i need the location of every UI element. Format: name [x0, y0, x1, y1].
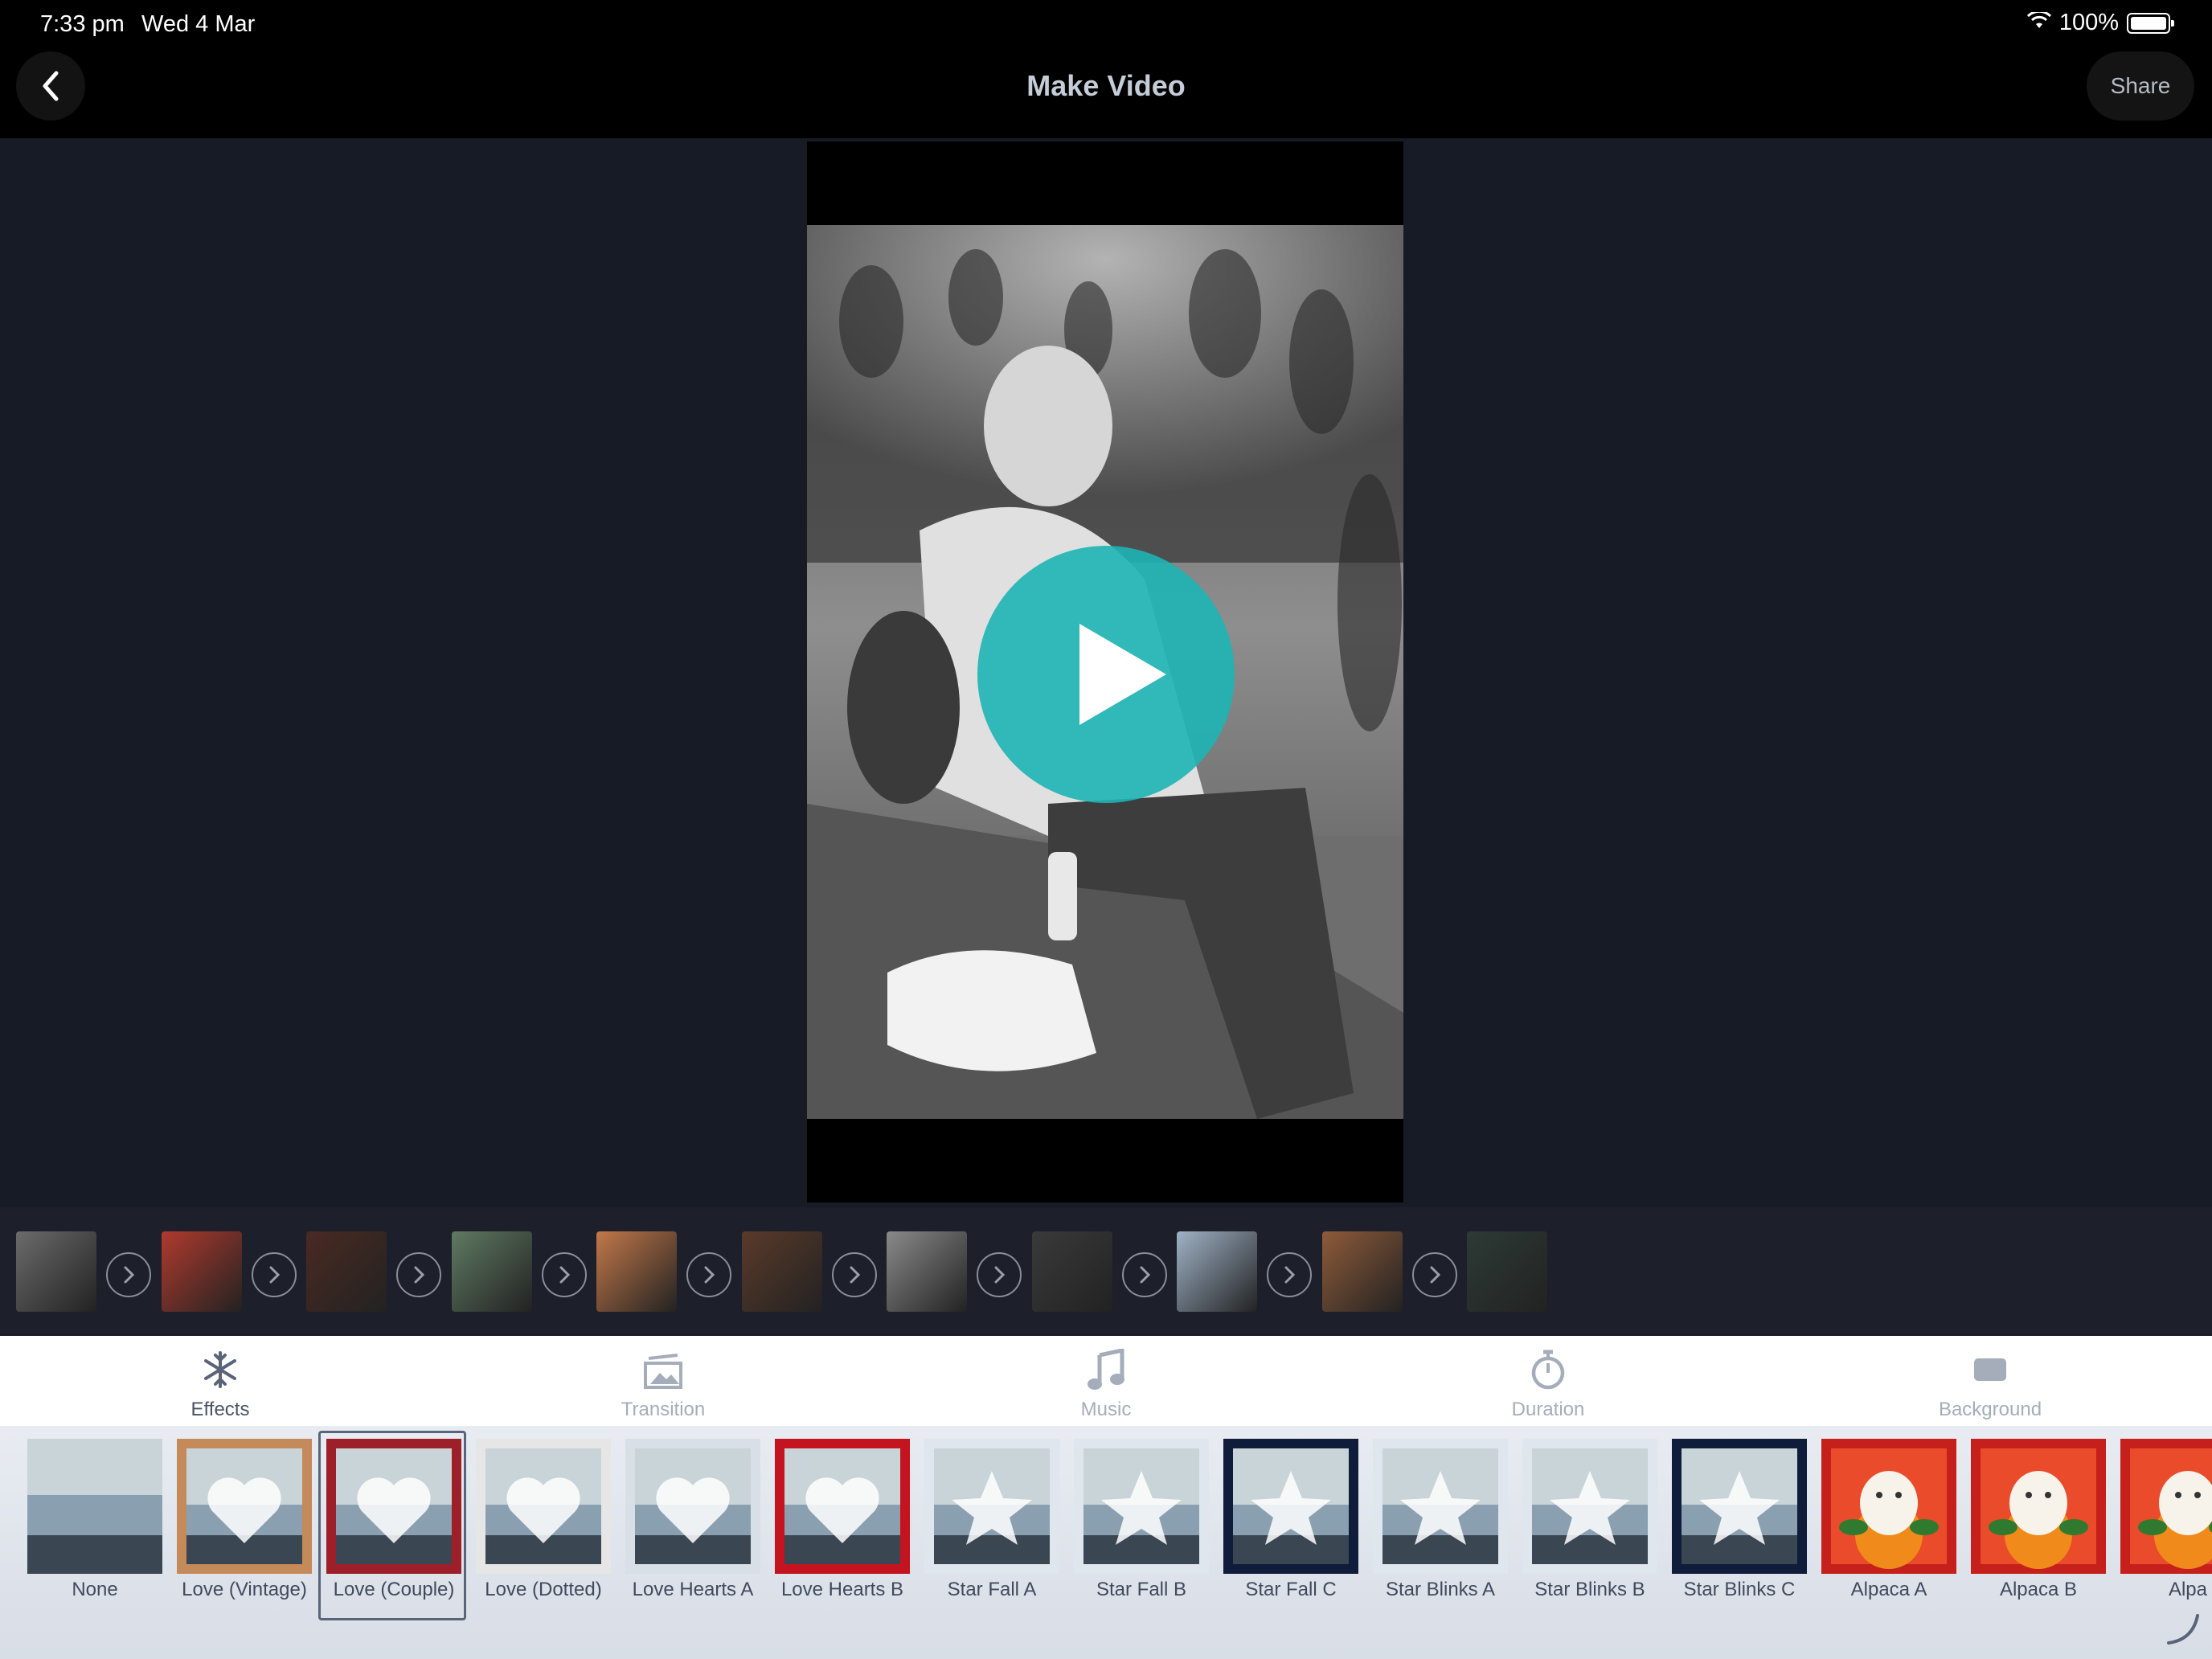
snowflake-icon — [199, 1349, 241, 1391]
music-note-icon — [1085, 1349, 1127, 1391]
wifi-icon — [2026, 10, 2051, 36]
transition-button[interactable] — [1267, 1252, 1312, 1297]
chevron-right-icon — [850, 1266, 861, 1284]
transition-button[interactable] — [542, 1252, 587, 1297]
effect-label: Love (Dotted) — [485, 1579, 602, 1600]
scroll-indicator-icon — [2167, 1614, 2199, 1645]
effect-thumbnail — [775, 1439, 910, 1574]
play-button[interactable] — [977, 546, 1235, 803]
status-time: 7:33 pm — [40, 11, 125, 37]
page-title: Make Video — [1026, 69, 1186, 102]
tab-music-label: Music — [1080, 1399, 1132, 1420]
effect-thumbnail — [326, 1439, 461, 1574]
effect-label: Star Fall A — [947, 1579, 1037, 1600]
effect-label: Alpa — [2168, 1579, 2208, 1600]
clip-timeline — [0, 1207, 2212, 1334]
tab-background[interactable]: Background — [1926, 1336, 2054, 1424]
effect-thumbnail — [2120, 1439, 2212, 1574]
timeline-clip-10[interactable] — [1322, 1231, 1403, 1312]
chevron-right-icon — [269, 1266, 281, 1284]
timeline-clip-8[interactable] — [1032, 1231, 1112, 1312]
effect-label: Star Blinks A — [1385, 1579, 1496, 1600]
chevron-right-icon — [414, 1266, 425, 1284]
tab-background-label: Background — [1938, 1399, 2042, 1420]
chevron-right-icon — [559, 1266, 571, 1284]
photo-stack-icon — [642, 1349, 684, 1391]
effect-label: Love (Vintage) — [182, 1579, 307, 1600]
timeline-clip-5[interactable] — [596, 1231, 677, 1312]
timeline-clip-4[interactable] — [452, 1231, 532, 1312]
effect-label: Love Hearts A — [632, 1579, 754, 1600]
effect-label: Star Blinks C — [1683, 1579, 1796, 1600]
effect-thumbnail — [1971, 1439, 2106, 1574]
effect-label: Alpaca B — [1999, 1579, 2078, 1600]
effect-thumbnail — [1373, 1439, 1508, 1574]
transition-button[interactable] — [1122, 1252, 1167, 1297]
transition-button[interactable] — [1412, 1252, 1457, 1297]
transition-button[interactable] — [832, 1252, 877, 1297]
effect-label: Love (Couple) — [333, 1579, 455, 1600]
timeline-clip-11[interactable] — [1467, 1231, 1547, 1312]
transition-button[interactable] — [396, 1252, 441, 1297]
play-icon — [1079, 624, 1166, 725]
timeline-clip-1[interactable] — [16, 1231, 96, 1312]
timeline-clip-7[interactable] — [887, 1231, 967, 1312]
transition-button[interactable] — [106, 1252, 151, 1297]
tab-effects-label: Effects — [190, 1399, 250, 1420]
timeline-clip-2[interactable] — [162, 1231, 242, 1312]
effect-thumbnail — [476, 1439, 611, 1574]
effect-label: None — [72, 1579, 118, 1600]
battery-percent: 100% — [2058, 10, 2119, 35]
tab-transition[interactable]: Transition — [599, 1336, 727, 1424]
effect-thumbnail — [1223, 1439, 1358, 1574]
effect-thumbnail — [1821, 1439, 1956, 1574]
chevron-right-icon — [1430, 1266, 1441, 1284]
timeline-clip-9[interactable] — [1177, 1231, 1257, 1312]
effect-label: Star Fall C — [1245, 1579, 1337, 1600]
effect-thumbnail — [27, 1439, 162, 1574]
effect-thumbnail — [177, 1439, 312, 1574]
tab-duration[interactable]: Duration — [1484, 1336, 1612, 1424]
battery-icon — [2127, 12, 2174, 34]
status-date: Wed 4 Mar — [141, 11, 256, 37]
video-preview[interactable] — [807, 141, 1403, 1202]
effect-label: Alpaca A — [1850, 1579, 1927, 1600]
tab-effects[interactable]: Effects — [156, 1336, 285, 1424]
tab-duration-label: Duration — [1511, 1399, 1585, 1420]
chevron-right-icon — [994, 1266, 1006, 1284]
timer-icon — [1527, 1349, 1569, 1391]
effect-thumbnail — [1672, 1439, 1807, 1574]
timeline-clip-6[interactable] — [742, 1231, 822, 1312]
effect-label: Love Hearts B — [780, 1579, 904, 1600]
rectangle-icon — [1969, 1349, 2011, 1391]
top-bar: 7:33 pm Wed 4 Mar 100% Make Video Share — [0, 0, 2212, 138]
timeline-clip-3[interactable] — [306, 1231, 387, 1312]
chevron-right-icon — [1284, 1266, 1296, 1284]
effect-thumbnail — [1522, 1439, 1657, 1574]
status-indicators: 100% — [2026, 10, 2174, 36]
transition-button[interactable] — [252, 1252, 297, 1297]
effect-label: Star Fall B — [1096, 1579, 1187, 1600]
chevron-right-icon — [1140, 1266, 1151, 1284]
effect-thumbnail — [924, 1439, 1059, 1574]
tab-transition-label: Transition — [621, 1399, 706, 1420]
tab-music[interactable]: Music — [1042, 1336, 1170, 1424]
share-button[interactable]: Share — [2087, 51, 2194, 121]
editor-panel: Effects Transition Music Duration Backgr… — [0, 1336, 2212, 1659]
chevron-right-icon — [704, 1266, 715, 1284]
effect-thumbnail — [1074, 1439, 1209, 1574]
transition-button[interactable] — [686, 1252, 731, 1297]
chevron-right-icon — [124, 1266, 135, 1284]
transition-button[interactable] — [977, 1252, 1022, 1297]
effect-label: Star Blinks B — [1534, 1579, 1645, 1600]
effect-thumbnail — [625, 1439, 760, 1574]
